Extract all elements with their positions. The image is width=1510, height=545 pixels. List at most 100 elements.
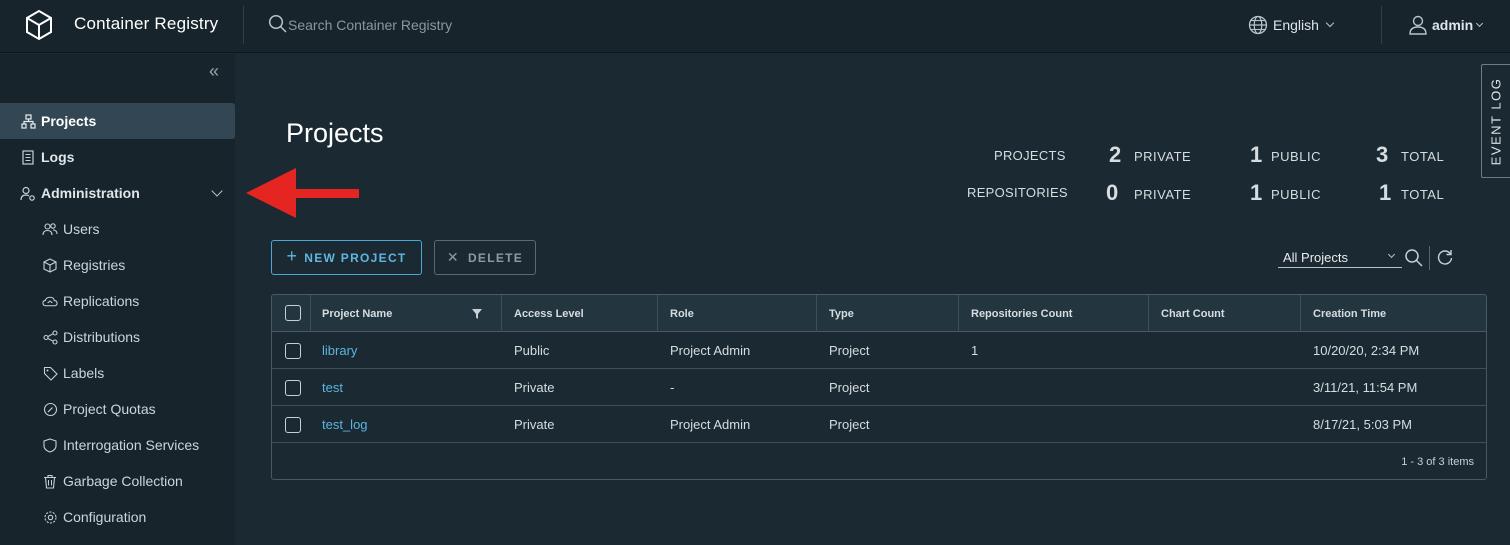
- sidebar-item-labels[interactable]: Labels: [0, 355, 235, 391]
- stat-repositories-total-count: 1: [1379, 180, 1392, 205]
- event-log-tab[interactable]: EVENT LOG: [1481, 64, 1510, 178]
- column-header-access-level[interactable]: Access Level: [502, 295, 657, 332]
- table-header: Project Name Access Level Role Type Repo…: [272, 295, 1486, 332]
- table-row[interactable]: test_log Private Project Admin Project 8…: [272, 406, 1486, 443]
- select-all-checkbox[interactable]: [285, 305, 301, 321]
- sidebar-item-label: Labels: [63, 365, 105, 381]
- toolbar-divider: [1429, 246, 1430, 270]
- new-project-label: NEW PROJECT: [304, 250, 407, 265]
- sidebar-item-configuration[interactable]: Configuration: [0, 499, 235, 535]
- refresh-icon[interactable]: [1436, 248, 1454, 266]
- users-icon: [42, 221, 58, 237]
- stat-projects-private-count: 2: [1109, 142, 1122, 167]
- sidebar-item-logs[interactable]: Logs: [0, 139, 235, 175]
- header-divider: [1381, 6, 1382, 44]
- row-checkbox[interactable]: [285, 380, 301, 396]
- logs-icon: [20, 149, 36, 165]
- chevron-down-icon[interactable]: [211, 185, 223, 197]
- stat-private-label: PRIVATE: [1134, 149, 1192, 164]
- role-cell: Project Admin: [670, 417, 751, 432]
- sidebar-item-label: Interrogation Services: [63, 437, 200, 453]
- chevron-down-icon: [1476, 19, 1484, 27]
- access-level-cell: Private: [514, 417, 555, 432]
- interrogation-services-icon: [42, 437, 58, 453]
- user-menu[interactable]: admin: [1408, 13, 1484, 37]
- sidebar-item-label: Project Quotas: [63, 401, 156, 417]
- administration-icon: [20, 185, 36, 201]
- page-title: Projects: [286, 118, 384, 148]
- sidebar-item-label: Distributions: [63, 329, 141, 345]
- search-icon[interactable]: [268, 14, 288, 34]
- project-filter-value: All Projects: [1283, 250, 1349, 265]
- filter-icon[interactable]: [472, 309, 482, 319]
- sidebar-item-administration[interactable]: Administration: [0, 175, 235, 211]
- sidebar-item-label: Logs: [41, 149, 75, 165]
- chart-count-cell: [1149, 332, 1161, 369]
- cube-logo-icon[interactable]: [24, 9, 54, 41]
- language-menu[interactable]: English: [1248, 13, 1335, 37]
- stat-private-label: PRIVATE: [1134, 187, 1192, 202]
- column-header-chart-count[interactable]: Chart Count: [1149, 295, 1300, 332]
- chart-count-cell: [1149, 406, 1161, 443]
- table-row[interactable]: test Private - Project 3/11/21, 11:54 PM: [272, 369, 1486, 406]
- sidebar-item-label: Users: [63, 221, 100, 237]
- project-name-link[interactable]: test_log: [310, 406, 368, 443]
- column-header-repositories-count[interactable]: Repositories Count: [959, 295, 1148, 332]
- replications-icon: [42, 293, 58, 309]
- event-log-label: EVENT LOG: [1488, 77, 1504, 165]
- stat-total-label: TOTAL: [1401, 149, 1445, 164]
- sidebar-item-label: Projects: [41, 113, 97, 129]
- search-input[interactable]: [288, 14, 460, 36]
- row-checkbox[interactable]: [285, 343, 301, 359]
- globe-icon: [1248, 15, 1268, 35]
- chevron-down-icon: [1387, 250, 1396, 259]
- projects-icon: [20, 113, 36, 129]
- stat-total-label: TOTAL: [1401, 187, 1445, 202]
- role-cell: Project Admin: [670, 343, 751, 358]
- project-name-link[interactable]: library: [310, 332, 357, 369]
- column-header-creation-time[interactable]: Creation Time: [1301, 295, 1486, 332]
- language-label: English: [1273, 17, 1319, 33]
- stat-repositories-private-count: 0: [1106, 180, 1119, 205]
- project-filter-select[interactable]: All Projects: [1278, 246, 1402, 268]
- collapse-sidebar-icon[interactable]: «: [209, 62, 225, 80]
- role-cell: -: [670, 380, 675, 395]
- delete-button[interactable]: ✕ DELETE: [434, 240, 536, 275]
- sidebar-item-replications[interactable]: Replications: [0, 283, 235, 319]
- plus-icon: +: [286, 246, 299, 266]
- close-icon: ✕: [446, 249, 460, 265]
- delete-label: DELETE: [467, 250, 524, 265]
- sidebar-item-label: Replications: [63, 293, 140, 309]
- column-header-role[interactable]: Role: [658, 295, 816, 332]
- column-header-type[interactable]: Type: [817, 295, 958, 332]
- pagination-summary: 1 - 3 of 3 items: [1401, 456, 1474, 468]
- repositories-count-cell: 1: [971, 343, 979, 358]
- stats-repositories-label: REPOSITORIES: [967, 185, 1068, 200]
- new-project-button[interactable]: + NEW PROJECT: [271, 240, 422, 275]
- access-level-cell: Public: [514, 343, 550, 358]
- stat-repositories-public-count: 1: [1250, 180, 1263, 205]
- stat-projects-public-count: 1: [1250, 142, 1263, 167]
- project-name-link[interactable]: test: [310, 369, 343, 406]
- row-checkbox[interactable]: [285, 417, 301, 433]
- chart-count-cell: [1149, 369, 1161, 406]
- sidebar-item-distributions[interactable]: Distributions: [0, 319, 235, 355]
- type-cell: Project: [829, 417, 870, 432]
- app-header: Container Registry English admin: [0, 0, 1510, 53]
- repositories-count-cell: [959, 406, 971, 443]
- sidebar-item-garbage-collection[interactable]: Garbage Collection: [0, 463, 235, 499]
- sidebar-item-interrogation-services[interactable]: Interrogation Services: [0, 427, 235, 463]
- sidebar-item-label: Administration: [41, 185, 140, 201]
- sidebar-item-label: Registries: [63, 257, 126, 273]
- sidebar-item-users[interactable]: Users: [0, 211, 235, 247]
- sidebar-item-project-quotas[interactable]: Project Quotas: [0, 391, 235, 427]
- sidebar-item-registries[interactable]: Registries: [0, 247, 235, 283]
- table-row[interactable]: library Public Project Admin Project 1 1…: [272, 332, 1486, 369]
- sidebar-item-projects[interactable]: Projects: [0, 103, 235, 139]
- search-icon[interactable]: [1404, 248, 1424, 268]
- distributions-icon: [42, 329, 58, 345]
- sidebar-item-label: Garbage Collection: [63, 473, 183, 489]
- creation-time-cell: 8/17/21, 5:03 PM: [1313, 417, 1413, 432]
- app-title[interactable]: Container Registry: [74, 14, 218, 34]
- sidebar: « Projects Logs Administration Users Reg…: [0, 54, 235, 545]
